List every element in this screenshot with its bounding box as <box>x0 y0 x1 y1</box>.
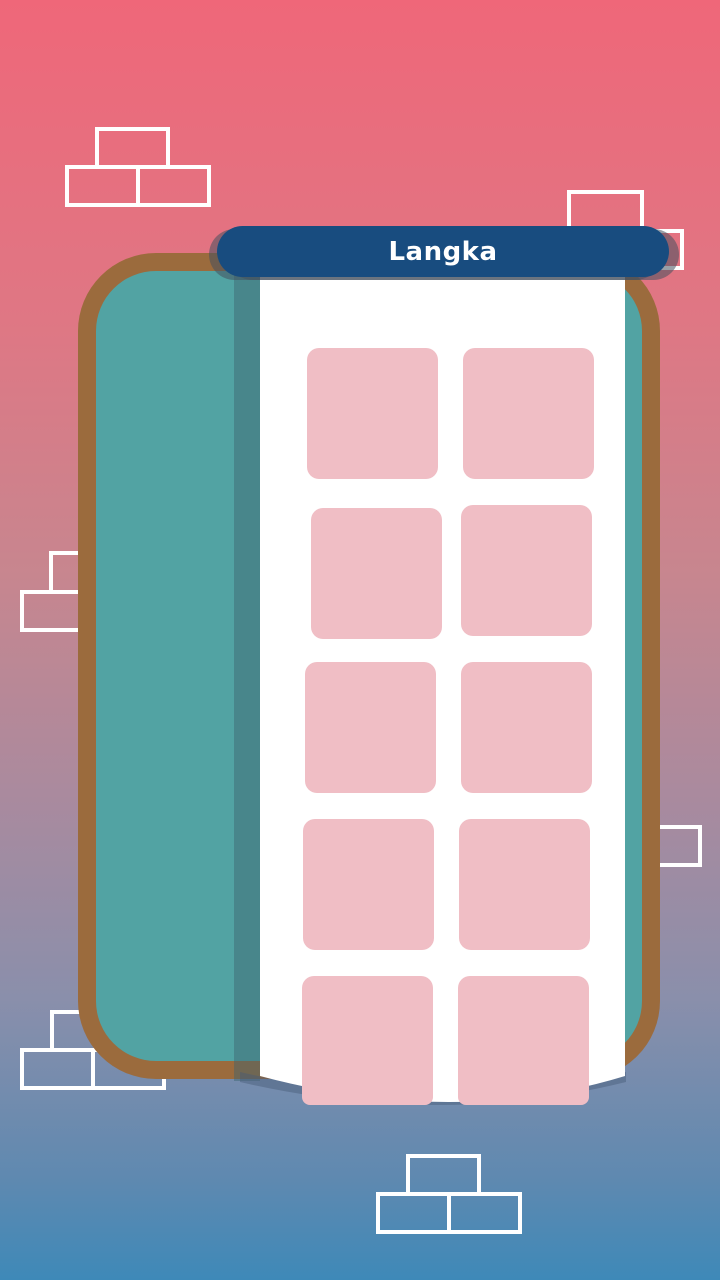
card-tile-9[interactable] <box>302 976 433 1105</box>
card-tile-4[interactable] <box>461 505 592 636</box>
card-tile-10[interactable] <box>458 976 589 1105</box>
brick-icon <box>64 126 214 208</box>
card-tile-2[interactable] <box>463 348 594 479</box>
card-tile-5[interactable] <box>305 662 436 793</box>
page-shadow <box>234 271 260 1081</box>
card-tile-7[interactable] <box>303 819 434 950</box>
card-tile-3[interactable] <box>311 508 442 639</box>
card-tile-8[interactable] <box>459 819 590 950</box>
brick-icon <box>375 1153 525 1235</box>
title-banner: Langka <box>217 226 669 277</box>
game-title: Langka <box>388 236 498 267</box>
card-tile-1[interactable] <box>307 348 438 479</box>
card-tile-6[interactable] <box>461 662 592 793</box>
